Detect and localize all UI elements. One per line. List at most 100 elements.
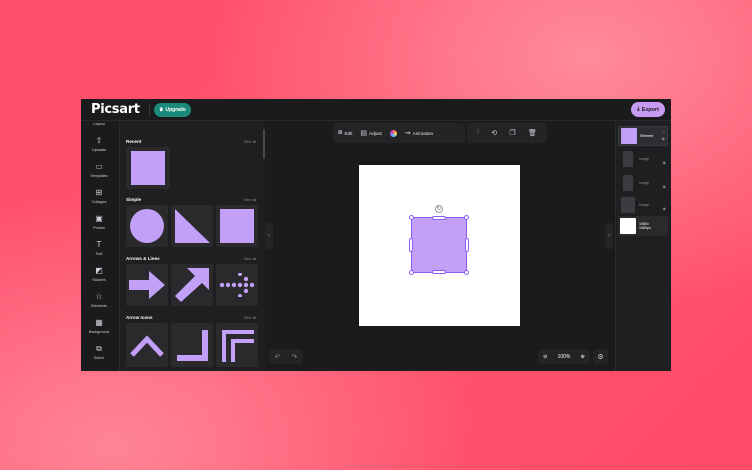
resize-handle-top[interactable] <box>432 216 446 220</box>
corner-arrow-tile[interactable] <box>171 323 213 367</box>
visibility-icon[interactable]: ◉ <box>663 184 667 189</box>
animation-button[interactable]: ⇝ Animation <box>405 129 433 137</box>
export-label: Export <box>641 106 659 113</box>
layer-name: Image <box>639 156 649 161</box>
divider <box>149 104 150 116</box>
picsart-logo[interactable]: Picsart <box>91 102 140 117</box>
lock-icon[interactable]: ⌂ <box>663 129 665 134</box>
zoom-out-icon[interactable]: ⊖ <box>543 354 547 360</box>
see-all-link-recent[interactable]: See all <box>244 139 256 144</box>
nav-label: Stickers <box>92 278 106 282</box>
nav-label: Batch <box>94 356 104 360</box>
layer-name: Element <box>640 133 654 138</box>
nav-label: Layout <box>93 122 105 126</box>
top-bar: Picsart ♛ Upgrade ⤓ Export <box>81 99 671 121</box>
nav-item-collages[interactable]: ⊞ Collages <box>81 188 117 212</box>
animation-label: Animation <box>412 130 434 136</box>
redo-icon[interactable]: ↷ <box>292 353 298 361</box>
layer-thumbnail <box>621 128 637 144</box>
double-corner-arrow-tile[interactable] <box>216 323 258 367</box>
triangle-tile[interactable] <box>171 205 213 247</box>
resize-handle-top-right[interactable] <box>464 215 469 220</box>
nav-item-background[interactable]: ▦ Background <box>81 318 117 342</box>
undo-icon[interactable]: ↶ <box>275 353 281 361</box>
corner-arrow-shape <box>177 330 208 361</box>
circle-tile[interactable] <box>126 205 168 247</box>
resize-handle-right[interactable] <box>465 238 469 252</box>
layer-item-background[interactable]: 1080x 1080px <box>618 216 668 236</box>
edit-button[interactable]: ⧈ Edit <box>338 129 352 137</box>
zoom-in-icon[interactable]: ⊕ <box>581 354 585 360</box>
layer-item[interactable]: Image ◉ <box>618 149 668 169</box>
batch-icon: ⧉ <box>96 344 102 353</box>
section-title-arrow-icons: Arrow Icons <box>126 315 153 320</box>
resize-handle-left[interactable] <box>409 238 413 252</box>
resize-handle-bottom-left[interactable] <box>409 270 414 275</box>
nav-item-layout[interactable]: Layout <box>81 121 117 129</box>
dotted-arrow-tile[interactable] <box>216 264 258 306</box>
adjust-icon: ▤ <box>360 130 367 137</box>
chevron-right-icon: › <box>608 233 610 239</box>
crown-icon: ♛ <box>159 107 164 113</box>
resize-handle-top-left[interactable] <box>409 215 414 220</box>
square-shape <box>220 209 254 243</box>
flip-button[interactable]: ⟲ <box>491 129 497 137</box>
right-arrow-shape <box>129 271 165 299</box>
settings-button[interactable]: ⚙ <box>593 349 608 364</box>
visibility-icon[interactable]: ◉ <box>662 136 666 141</box>
square-tile[interactable] <box>216 205 258 247</box>
nav-item-stickers[interactable]: ◩ Stickers <box>81 266 117 290</box>
design-canvas[interactable]: ↻ <box>359 165 520 326</box>
trash-icon: 🗑 <box>527 130 537 137</box>
export-button[interactable]: ⤓ Export <box>631 102 665 117</box>
image-icon: ▣ <box>95 214 103 223</box>
color-button[interactable] <box>389 129 397 137</box>
align-button[interactable]: ⫶ <box>477 129 479 137</box>
zoom-level[interactable]: 100% <box>558 354 571 360</box>
collapse-panel-button[interactable]: ‹ <box>265 223 273 249</box>
nav-item-photos[interactable]: ▣ Photos <box>81 214 117 238</box>
resize-handle-bottom[interactable] <box>432 270 446 274</box>
panel-scrollbar[interactable] <box>263 129 265 159</box>
chevron-up-tile[interactable] <box>126 323 168 367</box>
nav-label: Photos <box>93 226 105 230</box>
nav-label: Templates <box>90 174 108 178</box>
dotted-arrow-shape <box>219 273 255 297</box>
book-icon: ▭ <box>95 162 103 171</box>
layer-size-line2: 1080px <box>639 226 651 230</box>
triangle-shape <box>175 209 210 243</box>
right-arrow-tile[interactable] <box>126 264 168 306</box>
nav-item-uploads[interactable]: ⇧ Uploads <box>81 136 117 160</box>
chevron-left-icon: ‹ <box>268 233 270 239</box>
layer-item[interactable]: Image ◉ <box>618 195 668 215</box>
section-title-arrows-lines: Arrows & Lines <box>126 256 160 261</box>
recent-square-tile[interactable] <box>126 147 170 189</box>
text-icon: T <box>96 240 102 249</box>
duplicate-button[interactable]: ❐ <box>509 129 515 137</box>
upgrade-button[interactable]: ♛ Upgrade <box>154 103 191 117</box>
layer-item[interactable]: Element ⌂ ◉ <box>618 126 668 146</box>
grid-icon: ⊞ <box>95 188 103 197</box>
nav-item-batch[interactable]: ⧉ Batch <box>81 344 117 368</box>
nav-item-elements[interactable]: ☆ Elements <box>81 292 117 316</box>
rotate-handle-icon[interactable]: ↻ <box>435 205 443 213</box>
collapse-layers-button[interactable]: › <box>605 223 613 249</box>
visibility-icon[interactable]: ◉ <box>663 206 667 211</box>
upgrade-label: Upgrade <box>165 107 186 113</box>
diagonal-arrow-tile[interactable] <box>171 264 213 306</box>
visibility-icon[interactable]: ◉ <box>663 160 667 165</box>
circle-shape <box>130 209 164 243</box>
see-all-link-arrows-lines[interactable]: See all <box>244 256 256 261</box>
see-all-link-simple[interactable]: See all <box>244 197 256 202</box>
resize-handle-bottom-right[interactable] <box>464 270 469 275</box>
layer-name: Image <box>639 180 649 185</box>
adjust-button[interactable]: ▤ Adjust <box>360 129 381 137</box>
zoom-controls: ⊖ 100% ⊕ <box>538 349 590 364</box>
star-icon: ☆ <box>95 292 103 301</box>
align-icon: ⫶ <box>477 129 479 136</box>
nav-item-text[interactable]: T Text <box>81 240 117 264</box>
nav-item-templates[interactable]: ▭ Templates <box>81 162 117 186</box>
see-all-link-arrow-icons[interactable]: See all <box>244 315 256 320</box>
delete-button[interactable]: 🗑 <box>528 129 537 137</box>
layer-item[interactable]: Image ◉ <box>618 173 668 193</box>
